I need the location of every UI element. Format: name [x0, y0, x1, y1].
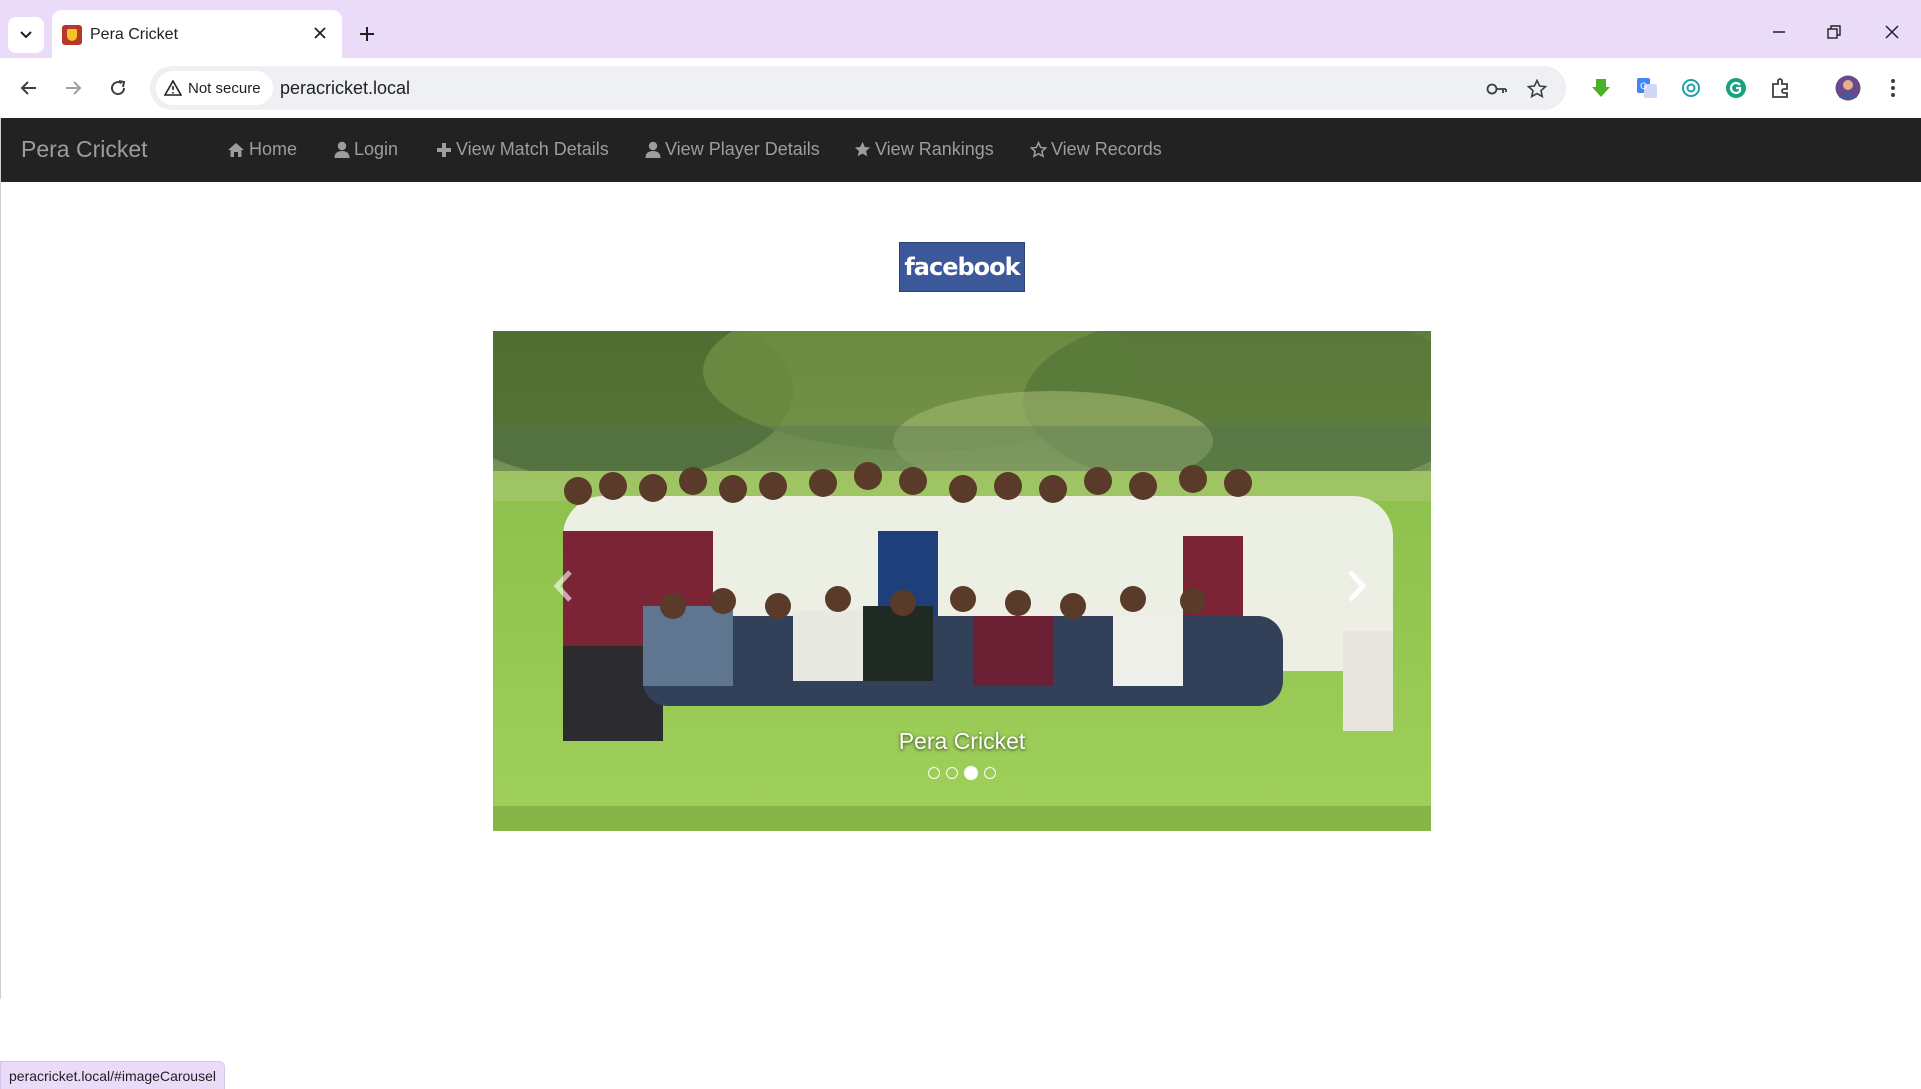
carousel-indicator[interactable] [928, 767, 940, 779]
nav-view-player-details-label: View Player Details [665, 139, 820, 159]
back-arrow-icon [20, 81, 36, 95]
profile-button[interactable] [1834, 74, 1862, 102]
new-tab-button[interactable] [352, 18, 382, 48]
facebook-logo: facebook [904, 253, 1020, 281]
carousel-indicator-active[interactable] [964, 766, 978, 780]
openai-extension-icon [1682, 79, 1700, 97]
grammarly-extension-icon [1726, 78, 1746, 98]
team-photo [493, 331, 1431, 831]
carousel-next-button[interactable] [1337, 561, 1377, 611]
puzzle-icon [1772, 78, 1788, 98]
url-text[interactable]: peracricket.local [280, 78, 410, 99]
nav-view-rankings-label: View Rankings [875, 139, 994, 159]
browser-tabstrip: Pera Cricket [0, 0, 1921, 58]
nav-home[interactable]: Home [227, 139, 297, 160]
user-icon [645, 141, 661, 158]
browser-menu-button[interactable] [1879, 74, 1907, 102]
close-icon [1885, 25, 1899, 39]
security-label: Not secure [188, 79, 261, 97]
nav-view-match-details[interactable]: View Match Details [436, 139, 609, 160]
star-outline-icon [1030, 141, 1047, 158]
nav-home-label: Home [249, 139, 298, 159]
download-extension-icon [1592, 79, 1610, 97]
close-icon [314, 27, 326, 39]
nav-view-match-details-label: View Match Details [456, 139, 609, 159]
forward-arrow-icon [66, 81, 82, 95]
nav-view-rankings[interactable]: View Rankings [854, 139, 994, 160]
site-favicon-icon [62, 25, 82, 45]
tab-search-button[interactable] [8, 17, 44, 53]
user-icon [334, 141, 350, 158]
address-bar[interactable]: Not secure peracricket.local [150, 66, 1566, 110]
browser-toolbar: Not secure peracricket.local G [0, 58, 1921, 118]
extensions-button[interactable] [1767, 74, 1795, 102]
minimize-button[interactable] [1757, 14, 1801, 50]
site-brand[interactable]: Pera Cricket [21, 136, 148, 163]
browser-tab[interactable]: Pera Cricket [52, 10, 342, 58]
carousel-indicators [493, 766, 1431, 780]
nav-login-label: Login [354, 139, 399, 159]
plus-icon [437, 142, 451, 157]
key-icon [1486, 83, 1507, 95]
site-navbar: Pera Cricket Home Login View Match Detai… [1, 118, 1921, 182]
nav-login[interactable]: Login [334, 139, 398, 160]
status-bar: peracricket.local/#imageCarousel [0, 1061, 225, 1089]
chevron-down-icon [20, 31, 32, 39]
image-carousel[interactable]: Pera Cricket [493, 331, 1431, 831]
web-page: Pera Cricket Home Login View Match Detai… [0, 118, 1921, 999]
security-chip[interactable]: Not secure [156, 71, 273, 105]
close-window-button[interactable] [1870, 14, 1914, 50]
star-filled-icon [854, 141, 871, 157]
carousel-caption: Pera Cricket [898, 728, 1026, 754]
nav-view-records-label: View Records [1051, 139, 1162, 159]
download-extension-button[interactable] [1587, 74, 1615, 102]
back-button[interactable] [11, 70, 47, 106]
openai-extension-button[interactable] [1677, 74, 1705, 102]
avatar [1835, 75, 1861, 101]
restore-icon [1827, 25, 1841, 39]
chevron-left-icon [553, 570, 572, 602]
facebook-link[interactable]: facebook [899, 242, 1025, 292]
carousel-indicator[interactable] [946, 767, 958, 779]
restore-button[interactable] [1812, 14, 1856, 50]
grammarly-extension-button[interactable] [1722, 74, 1750, 102]
star-icon [1527, 79, 1547, 99]
warning-icon [164, 80, 182, 96]
svg-text:G: G [1640, 82, 1647, 92]
bookmark-button[interactable] [1524, 76, 1550, 102]
forward-button[interactable] [55, 70, 91, 106]
plus-icon [360, 27, 374, 41]
carousel-prev-button[interactable] [543, 561, 583, 611]
nav-view-records[interactable]: View Records [1030, 139, 1162, 160]
status-url: peracricket.local/#imageCarousel [9, 1067, 216, 1084]
tab-close-button[interactable] [308, 22, 332, 46]
kebab-menu-icon [1891, 79, 1895, 97]
password-button[interactable] [1484, 76, 1510, 102]
translate-extension-button[interactable]: G [1633, 74, 1661, 102]
carousel-indicator[interactable] [984, 767, 996, 779]
nav-view-player-details[interactable]: View Player Details [645, 139, 820, 160]
reload-button[interactable] [100, 70, 136, 106]
reload-icon [111, 80, 126, 96]
home-icon [228, 142, 244, 157]
translate-extension-icon: G [1637, 78, 1657, 98]
tab-title: Pera Cricket [90, 26, 179, 43]
chevron-right-icon [1348, 570, 1367, 602]
minimize-icon [1773, 31, 1785, 33]
